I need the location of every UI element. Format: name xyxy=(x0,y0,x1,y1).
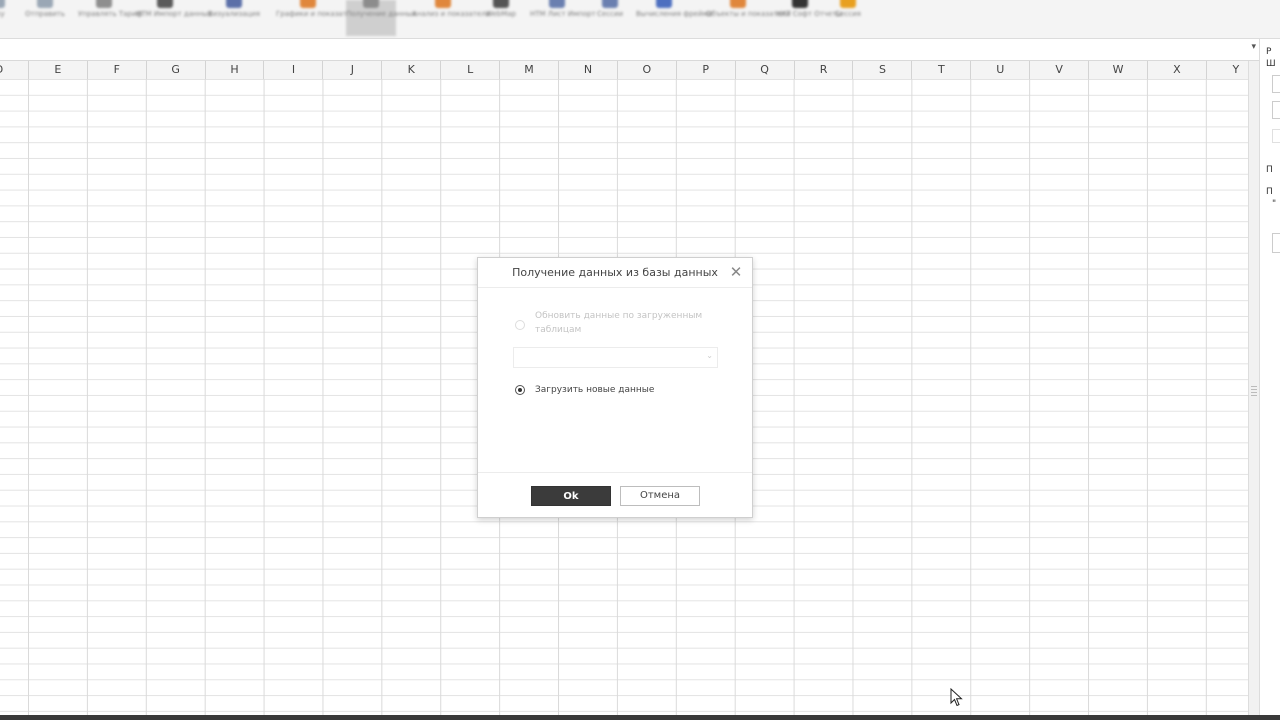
ribbon-button-label: Анализ и показатели xyxy=(412,10,491,18)
ribbon-button[interactable]: …ку xyxy=(0,0,12,36)
ribbon-button-icon xyxy=(226,0,242,8)
ribbon-button-label: Сессия xyxy=(835,10,861,18)
ribbon-button[interactable]: Получение данных xyxy=(346,0,417,36)
ribbon-button[interactable]: Графики и показатели xyxy=(276,0,361,36)
vertical-scrollbar[interactable] xyxy=(1248,61,1259,715)
radio-load-new-data[interactable] xyxy=(515,385,525,395)
ribbon-button-label: НТМ Импорт данных xyxy=(136,10,212,18)
option-update-label: Обновить данные по загруженным таблицам xyxy=(535,311,703,335)
ribbon-button[interactable]: Отправить xyxy=(22,0,68,36)
ribbon-button[interactable]: НТМ Импорт данных xyxy=(136,0,212,36)
ribbon-button-icon xyxy=(493,0,509,8)
ribbon-button-label: Вычисления фрейма xyxy=(636,10,713,18)
column-header-cell[interactable]: J xyxy=(323,61,383,79)
ribbon-button-icon xyxy=(0,0,5,8)
ribbon-button-label: Объекты и показатели xyxy=(706,10,791,18)
side-panel: Р Ш П П " xyxy=(1259,39,1280,715)
column-header-cell[interactable]: I xyxy=(265,61,324,79)
ribbon-button-label: НКТ Софт Отчеты xyxy=(776,10,842,18)
side-panel-field[interactable] xyxy=(1272,75,1280,93)
side-panel-text: Ш xyxy=(1266,59,1276,69)
ribbon-button-icon xyxy=(363,0,379,8)
get-data-dialog: Получение данных из базы данных ✕ Обнови… xyxy=(477,257,753,518)
column-header-cell[interactable]: Y xyxy=(1207,61,1248,79)
ribbon-button[interactable]: НТМ Лист Импорт xyxy=(530,0,596,36)
scrollbar-grip[interactable] xyxy=(1251,386,1257,398)
ribbon-toolbar: …ку Отправить Управлять ТарифНТМ Импорт да… xyxy=(0,0,1280,39)
formula-bar[interactable]: ▾ xyxy=(0,39,1262,61)
column-header-cell[interactable]: H xyxy=(206,61,265,79)
ribbon-button[interactable]: Объекты и показатели xyxy=(706,0,791,36)
column-header-cell[interactable]: T xyxy=(912,61,972,79)
ribbon-button-icon xyxy=(96,0,112,8)
ribbon-button-icon xyxy=(549,0,565,8)
ribbon-button-label: Визуализация xyxy=(207,10,261,18)
column-header-cell[interactable]: U xyxy=(971,61,1031,79)
ribbon-button-label: WebMap xyxy=(485,10,517,18)
ribbon-button-icon xyxy=(300,0,316,8)
column-header-cell[interactable]: W xyxy=(1089,61,1148,79)
ribbon-button[interactable]: Анализ и показатели xyxy=(412,0,491,36)
side-panel-field[interactable] xyxy=(1272,101,1280,119)
ribbon-button-icon xyxy=(840,0,856,8)
column-header-cell[interactable]: N xyxy=(559,61,618,79)
cancel-button[interactable]: Отмена xyxy=(620,486,700,506)
column-header-cell[interactable]: X xyxy=(1148,61,1207,79)
side-panel-text: П xyxy=(1266,165,1273,175)
ribbon-button[interactable]: WebMap xyxy=(478,0,524,36)
mouse-cursor-icon xyxy=(950,688,963,707)
dialog-title: Получение данных из базы данных xyxy=(478,258,752,288)
ribbon-button[interactable]: НКТ Софт Отчеты xyxy=(776,0,842,36)
column-header: DEFGHIJKLMNOPQRSTUVWXY xyxy=(0,61,1248,80)
table-select[interactable]: ⌄ xyxy=(513,347,718,368)
column-header-cell[interactable]: R xyxy=(795,61,854,79)
dialog-footer-divider xyxy=(478,472,752,473)
ribbon-button[interactable]: Сессии xyxy=(592,0,628,36)
column-header-cell[interactable]: S xyxy=(854,61,913,79)
column-header-cell[interactable]: E xyxy=(29,61,88,79)
column-header-cell[interactable]: P xyxy=(677,61,736,79)
column-header-cell[interactable]: V xyxy=(1030,61,1090,79)
close-icon[interactable]: ✕ xyxy=(728,264,744,280)
side-panel-field[interactable] xyxy=(1272,129,1280,143)
ribbon-button-label: Сессии xyxy=(597,10,623,18)
side-panel-text: П xyxy=(1266,187,1273,197)
ribbon-button-icon xyxy=(435,0,451,8)
column-header-cell[interactable]: F xyxy=(88,61,147,79)
ribbon-button[interactable]: Вычисления фрейма xyxy=(636,0,713,36)
column-header-cell[interactable]: Q xyxy=(736,61,795,79)
ribbon-button-label: Отправить xyxy=(25,10,65,18)
ribbon-button-label: Управлять Тариф xyxy=(78,10,143,18)
ribbon-button[interactable]: Управлять Тариф xyxy=(78,0,143,36)
column-header-cell[interactable]: D xyxy=(0,61,29,79)
ribbon-button-label: …ку xyxy=(0,10,5,18)
ribbon-button-label: Получение данных xyxy=(346,10,417,18)
option-new-label: Загрузить новые данные xyxy=(535,385,655,395)
ribbon-button-icon xyxy=(602,0,618,8)
side-panel-text: Р xyxy=(1266,47,1272,57)
chevron-down-icon: ⌄ xyxy=(706,351,713,360)
ribbon-button-label: НТМ Лист Импорт xyxy=(530,10,596,18)
ribbon-button-label: Графики и показатели xyxy=(276,10,361,18)
column-header-cell[interactable]: K xyxy=(382,61,442,79)
side-panel-field[interactable] xyxy=(1272,233,1280,253)
column-header-cell[interactable]: M xyxy=(500,61,559,79)
ribbon-button-icon xyxy=(37,0,53,8)
ribbon-button-icon xyxy=(730,0,746,8)
ribbon-button[interactable]: Сессия xyxy=(830,0,866,36)
ok-button[interactable]: Ok xyxy=(531,486,611,506)
ribbon-button-icon xyxy=(656,0,672,8)
ribbon-button[interactable]: Визуализация xyxy=(204,0,264,36)
taskbar-strip xyxy=(0,715,1280,720)
ribbon-button-icon xyxy=(792,0,808,8)
ribbon-button-icon xyxy=(157,0,173,8)
column-header-cell[interactable]: O xyxy=(618,61,677,79)
column-header-cell[interactable]: L xyxy=(441,61,501,79)
radio-update-data[interactable] xyxy=(515,320,525,330)
side-panel-text: " xyxy=(1272,199,1277,209)
expand-formula-bar-icon[interactable]: ▾ xyxy=(1251,42,1256,52)
column-header-cell[interactable]: G xyxy=(147,61,206,79)
